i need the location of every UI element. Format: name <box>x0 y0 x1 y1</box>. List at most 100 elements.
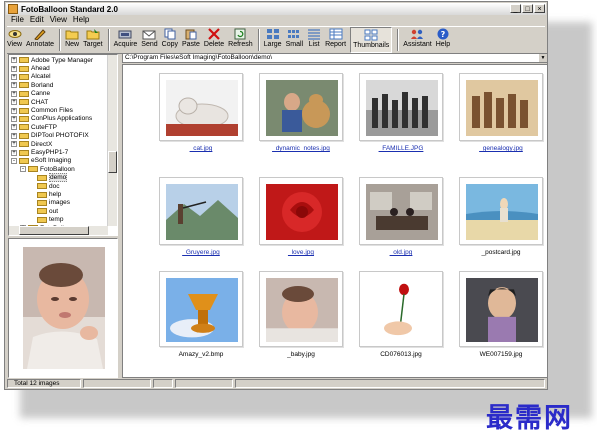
minimize-button[interactable]: _ <box>510 4 521 13</box>
new-button[interactable]: New <box>65 27 79 53</box>
thumbnail-card[interactable] <box>159 73 243 141</box>
thumbnail-card[interactable] <box>159 177 243 245</box>
tree-item[interactable]: + Adobe Type Manager <box>11 56 93 64</box>
thumbnail-caption[interactable]: _dynamic_notes.jpg <box>251 145 351 152</box>
tree-item[interactable]: help <box>29 190 61 198</box>
tree-item[interactable]: - eSoft Imaging <box>11 157 71 165</box>
expand-icon[interactable]: + <box>11 132 17 139</box>
expand-icon[interactable]: + <box>11 141 17 148</box>
thumbnail-card[interactable] <box>459 177 543 245</box>
copy-icon <box>164 28 176 40</box>
folder-icon <box>19 57 29 64</box>
thumbnail-caption[interactable]: _cat.jpg <box>151 145 251 152</box>
tree-item[interactable]: demo <box>29 173 68 183</box>
tree-item[interactable]: temp <box>29 216 63 224</box>
collapse-icon[interactable]: - <box>20 166 26 173</box>
status-pane-2 <box>83 379 151 388</box>
thumbnail-card[interactable] <box>459 73 543 141</box>
tree-item-label: doc <box>49 182 60 190</box>
folder-icon <box>28 166 38 173</box>
maximize-button[interactable]: □ <box>522 4 533 13</box>
tree-item[interactable]: out <box>29 207 58 215</box>
tree-item[interactable]: + CuteFTP <box>11 123 57 131</box>
expand-icon[interactable]: + <box>11 149 17 156</box>
delete-button[interactable]: Delete <box>204 27 224 53</box>
status-image-count: Total 12 images <box>7 379 81 388</box>
report-view-button[interactable]: Report <box>325 27 346 53</box>
scanner-icon <box>118 30 132 39</box>
menu-file[interactable]: File <box>11 15 24 25</box>
expand-icon[interactable]: + <box>11 82 17 89</box>
folder-icon <box>37 208 47 215</box>
refresh-button[interactable]: Refresh <box>228 27 253 53</box>
tree-item[interactable]: + DIPTool PHOTOFIX <box>11 132 89 140</box>
tree-item[interactable]: + CHAT <box>11 98 48 106</box>
expand-icon[interactable]: + <box>11 73 17 80</box>
expand-icon[interactable]: + <box>11 99 17 106</box>
menu-edit[interactable]: Edit <box>30 15 44 25</box>
copy-button[interactable]: Copy <box>162 27 178 53</box>
thumbnail-card[interactable] <box>259 271 343 347</box>
tree-item[interactable]: + Borland <box>11 81 53 89</box>
tree-item[interactable]: + Common Files <box>11 106 73 114</box>
expand-icon[interactable]: + <box>11 115 17 122</box>
tree-hscroll-thumb[interactable] <box>19 226 89 235</box>
send-button[interactable]: Send <box>141 27 158 53</box>
collapse-icon[interactable]: - <box>11 157 17 164</box>
thumbnail-card[interactable] <box>259 177 343 245</box>
tree-item[interactable]: - FotoBalloon <box>20 165 75 173</box>
view-button[interactable]: View <box>7 27 22 53</box>
thumbnail-caption[interactable]: _genealogy.jpg <box>451 145 551 152</box>
tree-item[interactable]: + Canne <box>11 90 50 98</box>
expand-icon[interactable]: + <box>11 107 17 114</box>
thumbnails-view-button[interactable]: Thumbnails <box>350 27 393 53</box>
assistant-button[interactable]: Assistant <box>403 27 432 53</box>
thumbnail-caption[interactable]: _FAMILLE.JPG <box>351 145 451 152</box>
help-button[interactable]: ? Help <box>436 27 450 53</box>
tree-scroll-thumb[interactable] <box>108 151 117 173</box>
thumbnail-card[interactable] <box>459 271 543 347</box>
tree-item-label: CuteFTP <box>31 123 58 131</box>
tree-item[interactable]: images <box>29 199 70 207</box>
tree-item[interactable]: + EasyPHP1-7 <box>11 148 68 156</box>
svg-text:?: ? <box>441 30 446 39</box>
thumbnail-caption[interactable]: _Gruyere.jpg <box>151 249 251 256</box>
small-icons-icon <box>288 30 300 38</box>
chevron-down-icon[interactable]: ▼ <box>539 54 547 62</box>
thumbnail-card[interactable] <box>359 271 443 347</box>
tree-item-label: images <box>49 199 70 207</box>
thumbnail-card[interactable] <box>359 177 443 245</box>
acquire-button[interactable]: Acquire <box>114 27 137 53</box>
thumbnail-card[interactable] <box>159 271 243 347</box>
menu-view[interactable]: View <box>50 15 67 25</box>
path-address-bar[interactable]: C:\Program Files\eSoft Imaging\FotoBallo… <box>122 53 548 63</box>
target-button[interactable]: Target <box>83 27 103 53</box>
tree-item[interactable]: + DirectX <box>11 140 52 148</box>
expand-icon[interactable]: + <box>11 57 17 64</box>
tree-item-label: EasyPHP1-7 <box>31 149 69 157</box>
folder-icon <box>19 132 29 139</box>
menu-help[interactable]: Help <box>73 15 89 25</box>
thumbnail-caption: _postcard.jpg <box>481 249 521 256</box>
tree-vertical-scrollbar[interactable] <box>107 55 117 226</box>
tree-item[interactable]: + Ahead <box>11 64 50 72</box>
large-view-button[interactable]: Large <box>264 27 282 53</box>
expand-icon[interactable]: + <box>11 124 17 131</box>
thumbnail-caption[interactable]: _old.jpg <box>351 249 451 256</box>
thumbnail-grid: _cat.jpg _dynamic_notes.jpg _FAMILLE.JPG _g… <box>122 64 548 378</box>
thumbnail-card[interactable] <box>259 73 343 141</box>
list-view-button[interactable]: List <box>307 27 321 53</box>
expand-icon[interactable]: + <box>11 90 17 97</box>
folder-tree[interactable]: +FotoBallootempoutimageshelpdocdemo-Foto… <box>8 54 118 236</box>
expand-icon[interactable]: + <box>11 65 17 72</box>
tree-item[interactable]: doc <box>29 182 59 190</box>
small-view-button[interactable]: Small <box>286 27 303 53</box>
thumbnail-card[interactable] <box>359 73 443 141</box>
folder-icon <box>19 99 29 106</box>
thumbnail-caption[interactable]: _love.jpg <box>251 249 351 256</box>
tree-item[interactable]: + Alcatel <box>11 73 51 81</box>
paste-button[interactable]: Paste <box>182 27 200 53</box>
annotate-button[interactable]: Annotate <box>26 27 54 53</box>
tree-item[interactable]: + ConPlus Applications <box>11 115 92 123</box>
close-button[interactable]: × <box>534 4 545 13</box>
